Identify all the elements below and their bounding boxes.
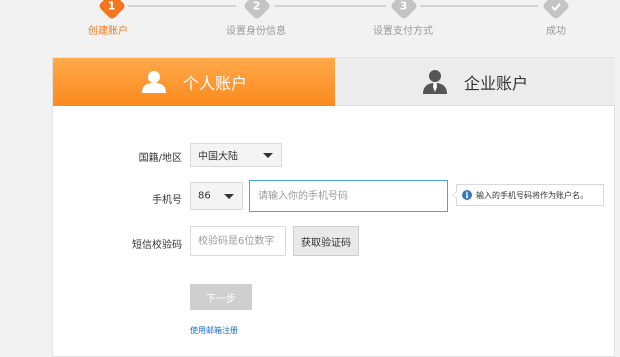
step-2-number: 2: [253, 0, 261, 13]
checkmark-icon: [551, 2, 561, 11]
region-select[interactable]: 中国大陆: [190, 143, 282, 167]
step-1-marker: 1: [97, 0, 127, 21]
phone-tip-text: 输入的手机号码将作为账户名。: [476, 190, 588, 200]
email-register-link[interactable]: 使用邮箱注册: [190, 325, 238, 336]
chevron-down-icon: [224, 194, 234, 199]
step-4-label: 成功: [546, 26, 566, 37]
step-4-marker: [541, 0, 571, 21]
tab-personal-label: 个人账户: [182, 74, 247, 93]
step-connector-3: [420, 5, 538, 7]
businessman-icon: [422, 69, 447, 94]
phone-tip: i 输入的手机号码将作为账户名。: [452, 184, 604, 206]
get-code-button[interactable]: 获取验证码: [293, 226, 359, 256]
step-connector-2: [274, 5, 386, 7]
tab-enterprise-label: 企业账户: [463, 73, 528, 93]
info-icon: i: [462, 190, 472, 200]
step-1-number: 1: [108, 0, 116, 13]
region-label: 国籍/地区: [138, 153, 182, 164]
step-2-label: 设置身份信息: [226, 26, 286, 37]
step-3-number: 3: [400, 0, 408, 13]
tab-enterprise-account[interactable]: 企业账户: [335, 58, 615, 106]
registration-stepper: 1 创建账户 2 设置身份信息 3 设置支付方式 成功: [0, 0, 620, 40]
country-code-select[interactable]: 86: [190, 182, 243, 210]
step-3-marker: 3: [389, 0, 419, 21]
phone-input[interactable]: [249, 180, 448, 212]
country-code-value: 86: [198, 190, 211, 202]
step-3-label: 设置支付方式: [373, 26, 433, 37]
step-2-marker: 2: [242, 0, 272, 21]
person-icon: [141, 71, 166, 93]
sms-code-input[interactable]: [190, 226, 286, 256]
step-1-label: 创建账户: [88, 26, 128, 37]
phone-label: 手机号: [152, 195, 182, 206]
next-button[interactable]: 下一步: [190, 284, 252, 310]
chevron-down-icon: [263, 153, 273, 158]
registration-card: 个人账户 企业账户 国籍/地区 中国大陆 手机号 86 i 输入的手机号码将作为…: [52, 57, 615, 357]
sms-code-label: 短信校验码: [132, 240, 182, 251]
tab-personal-account[interactable]: 个人账户: [53, 58, 335, 106]
step-connector-1: [128, 5, 236, 7]
region-value: 中国大陆: [198, 151, 238, 163]
